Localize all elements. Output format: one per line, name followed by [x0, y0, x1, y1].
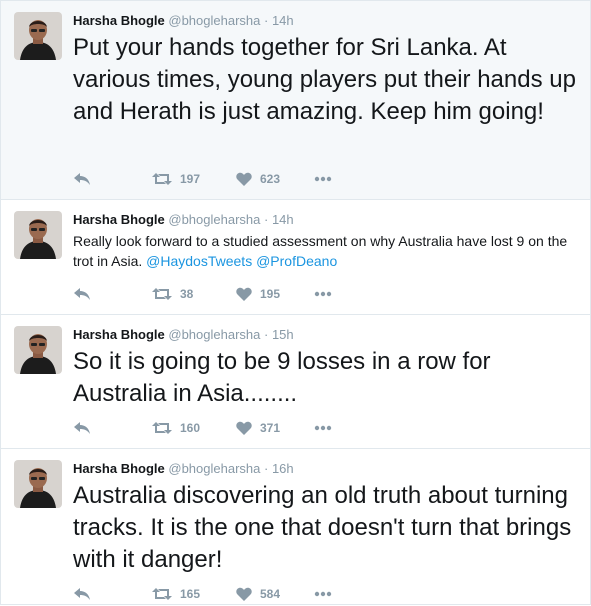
tweet[interactable]: Harsha Bhogle @bhogleharsha · 16h Austra… — [1, 449, 590, 606]
heart-icon — [236, 587, 252, 601]
retweet-button[interactable]: 197 — [152, 169, 200, 189]
tweet-text: Put your hands together for Sri Lanka. A… — [73, 34, 576, 125]
tweet[interactable]: Harsha Bhogle @bhogleharsha · 14h Really… — [1, 200, 590, 315]
tweet-header: Harsha Bhogle @bhogleharsha · 14h — [73, 11, 294, 31]
mention-link[interactable]: @ProfDeano — [256, 253, 337, 269]
more-icon — [314, 176, 332, 182]
reply-icon — [74, 422, 90, 434]
separator-dot: · — [263, 212, 269, 227]
like-count: 371 — [260, 421, 281, 435]
retweet-icon — [152, 173, 172, 185]
tweet-time[interactable]: 14h — [272, 212, 294, 227]
avatar[interactable] — [14, 211, 62, 259]
avatar[interactable] — [14, 326, 62, 374]
more-icon — [314, 291, 332, 297]
author-handle[interactable]: @bhogleharsha — [168, 327, 260, 342]
heart-icon — [236, 421, 252, 435]
like-button[interactable]: 584 — [236, 584, 280, 604]
author-name[interactable]: Harsha Bhogle — [73, 461, 165, 476]
retweet-count: 165 — [180, 587, 201, 601]
author-name[interactable]: Harsha Bhogle — [73, 212, 165, 227]
separator-dot: · — [263, 327, 269, 342]
reply-button[interactable] — [73, 584, 91, 604]
retweet-count: 197 — [180, 172, 201, 186]
heart-icon — [236, 287, 252, 301]
like-button[interactable]: 371 — [236, 418, 280, 438]
like-button[interactable]: 195 — [236, 284, 280, 304]
more-button[interactable] — [314, 584, 332, 604]
separator-dot: · — [263, 13, 269, 28]
more-icon — [314, 591, 332, 597]
reply-icon — [74, 173, 90, 185]
retweet-button[interactable]: 160 — [152, 418, 200, 438]
tweet-header: Harsha Bhogle @bhogleharsha · 16h — [73, 459, 294, 479]
retweet-icon — [152, 422, 172, 434]
tweet-timeline: Harsha Bhogle @bhogleharsha · 14h Put yo… — [0, 0, 591, 605]
tweet-text-container: Really look forward to a studied assessm… — [73, 231, 578, 271]
tweet[interactable]: Harsha Bhogle @bhogleharsha · 15h So it … — [1, 315, 590, 449]
retweet-count: 38 — [180, 287, 194, 301]
tweet-text: So it is going to be 9 losses in a row f… — [73, 348, 491, 407]
author-handle[interactable]: @bhogleharsha — [168, 461, 260, 476]
tweet-text: Australia discovering an old truth about… — [73, 482, 572, 573]
tweet-header: Harsha Bhogle @bhogleharsha · 15h — [73, 325, 294, 345]
retweet-icon — [152, 288, 172, 300]
retweet-icon — [152, 588, 172, 600]
like-button[interactable]: 623 — [236, 169, 280, 189]
more-icon — [314, 425, 332, 431]
reply-icon — [74, 588, 90, 600]
avatar[interactable] — [14, 460, 62, 508]
tweet[interactable]: Harsha Bhogle @bhogleharsha · 14h Put yo… — [1, 1, 590, 200]
tweet-header: Harsha Bhogle @bhogleharsha · 14h — [73, 210, 294, 230]
reply-icon — [74, 288, 90, 300]
reply-button[interactable] — [73, 169, 91, 189]
retweet-button[interactable]: 38 — [152, 284, 193, 304]
separator-dot: · — [263, 461, 269, 476]
tweet-time[interactable]: 16h — [272, 461, 294, 476]
avatar[interactable] — [14, 12, 62, 60]
retweet-button[interactable]: 165 — [152, 584, 200, 604]
reply-button[interactable] — [73, 418, 91, 438]
like-count: 584 — [260, 587, 281, 601]
author-handle[interactable]: @bhogleharsha — [168, 212, 260, 227]
author-name[interactable]: Harsha Bhogle — [73, 13, 165, 28]
mention-link[interactable]: @HaydosTweets — [146, 253, 252, 269]
more-button[interactable] — [314, 418, 332, 438]
author-handle[interactable]: @bhogleharsha — [168, 13, 260, 28]
retweet-count: 160 — [180, 421, 201, 435]
author-name[interactable]: Harsha Bhogle — [73, 327, 165, 342]
like-count: 195 — [260, 287, 281, 301]
more-button[interactable] — [314, 169, 332, 189]
heart-icon — [236, 172, 252, 186]
more-button[interactable] — [314, 284, 332, 304]
tweet-time[interactable]: 14h — [272, 13, 294, 28]
like-count: 623 — [260, 172, 281, 186]
reply-button[interactable] — [73, 284, 91, 304]
tweet-time[interactable]: 15h — [272, 327, 294, 342]
